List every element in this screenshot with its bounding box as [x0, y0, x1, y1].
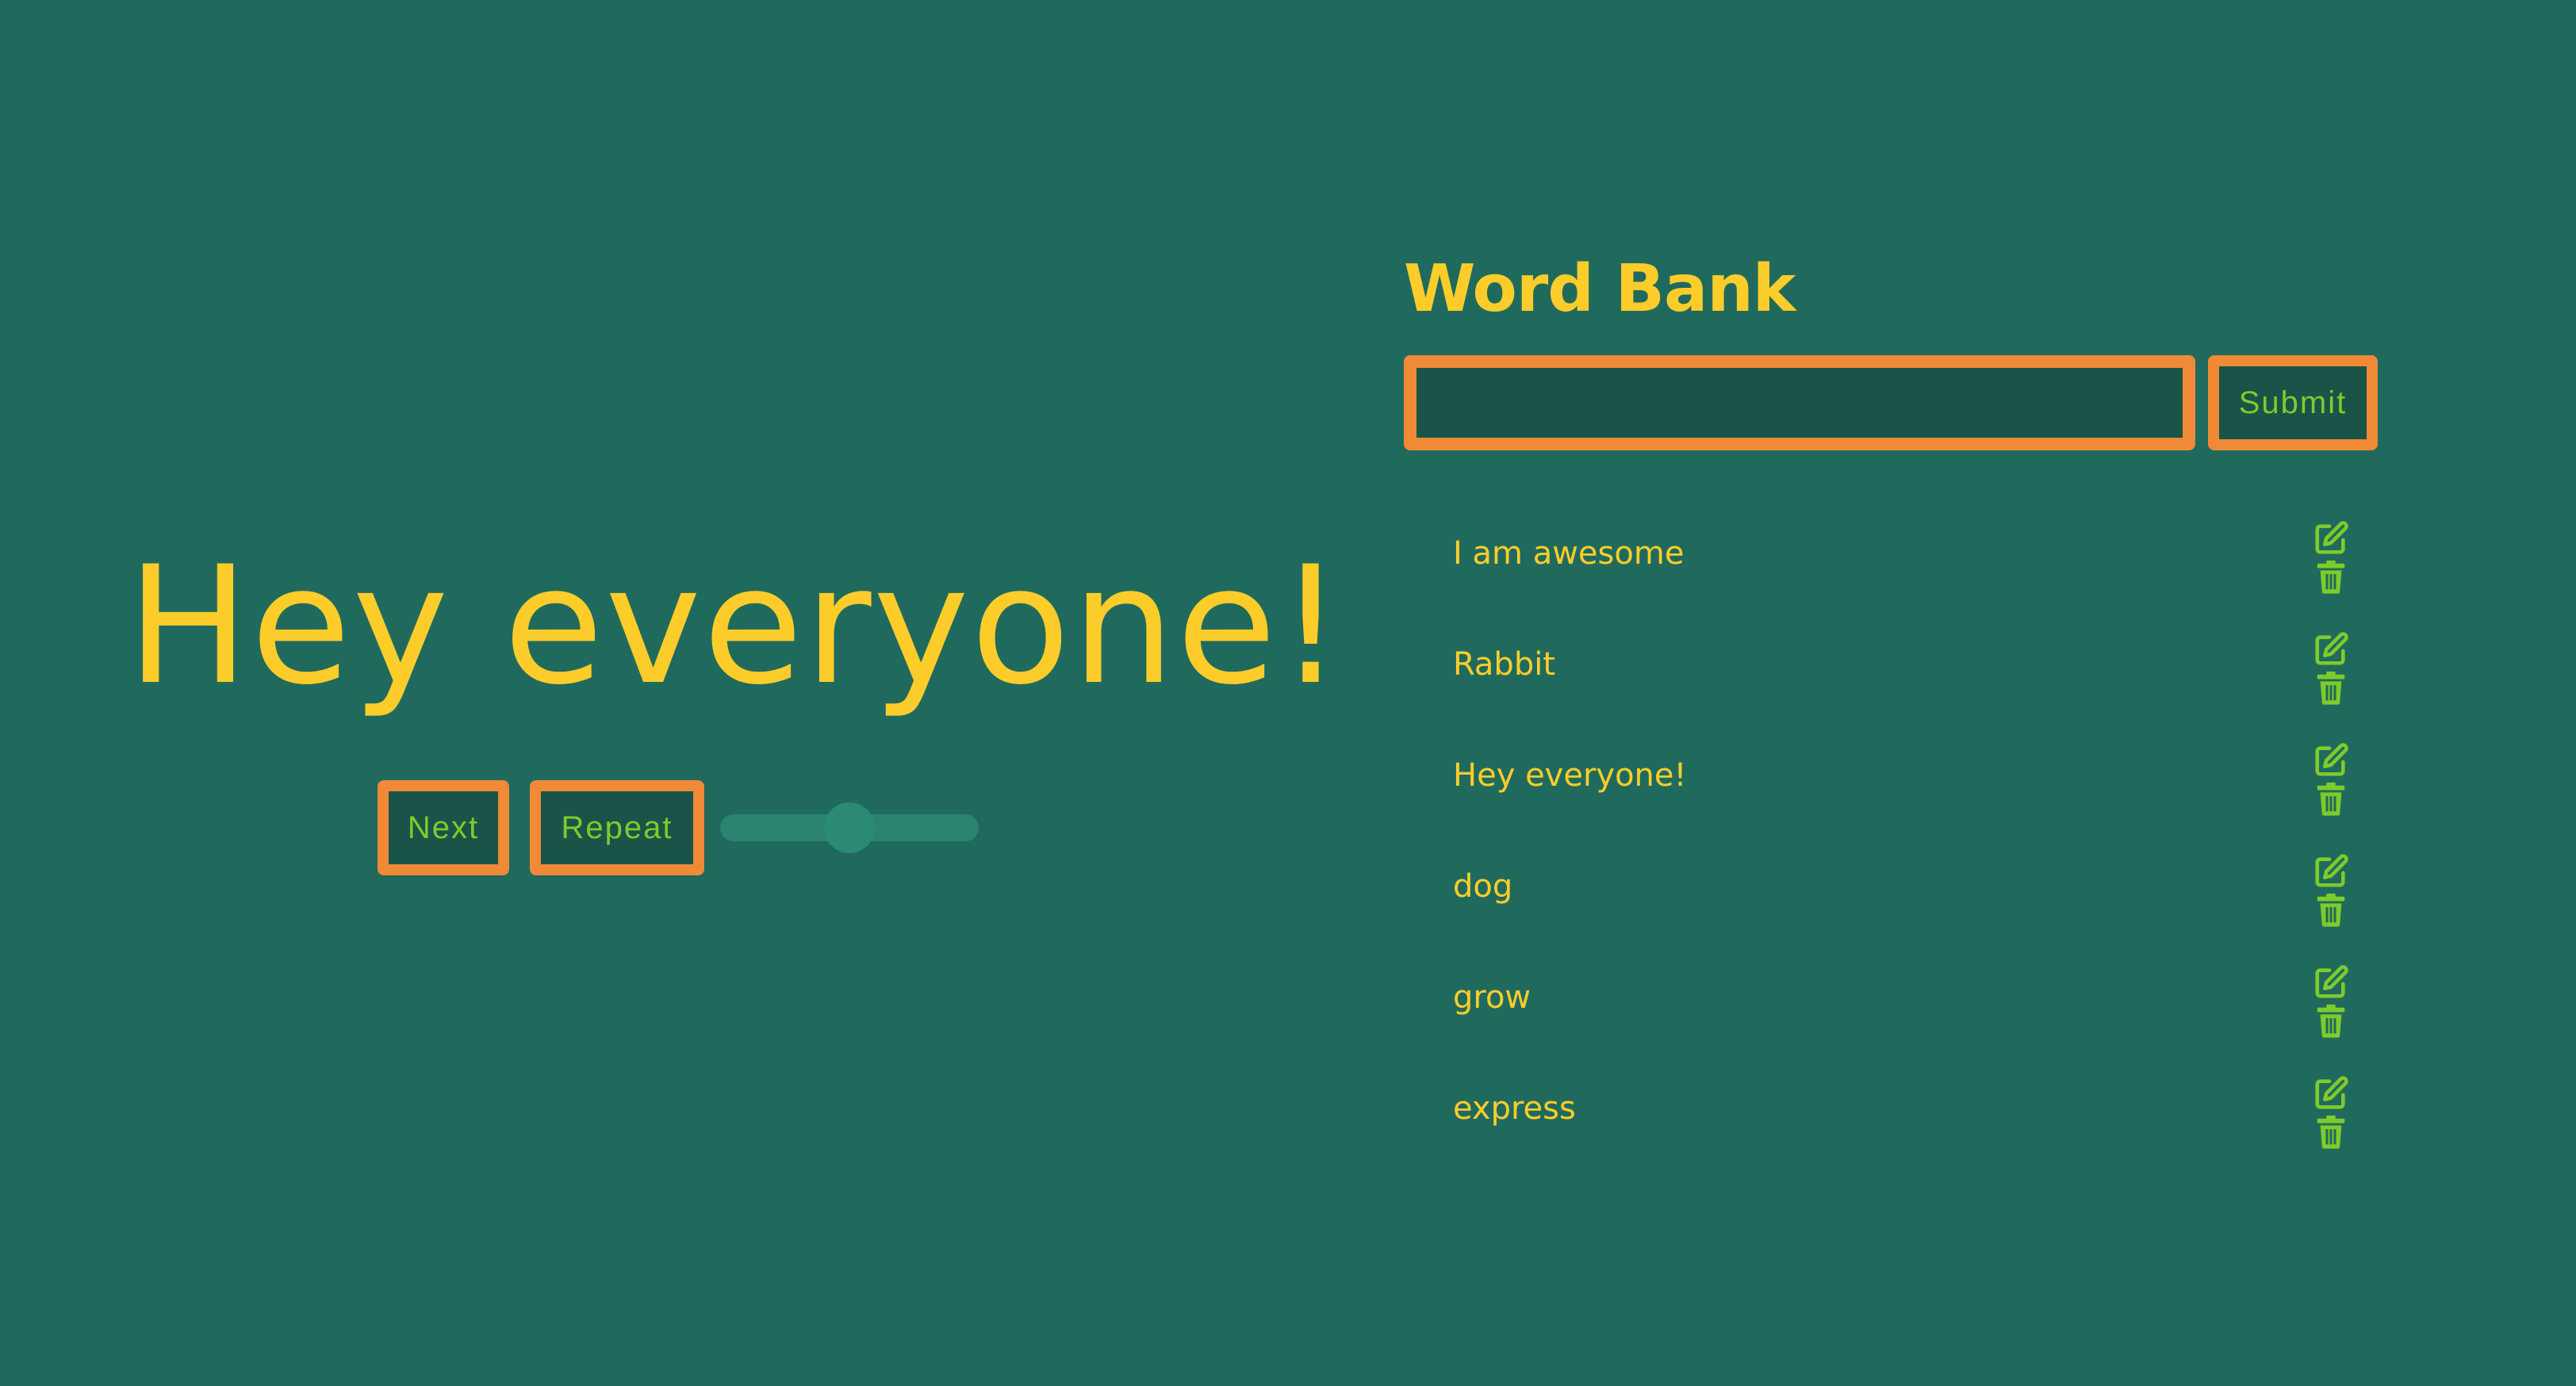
word-list-item-text: express	[1453, 1090, 1576, 1127]
speed-slider-thumb[interactable]	[824, 802, 875, 853]
edit-icon[interactable]	[2313, 1075, 2349, 1112]
edit-icon[interactable]	[2313, 853, 2349, 890]
trash-icon[interactable]	[2313, 891, 2349, 928]
playback-controls: Next Repeat	[378, 780, 979, 875]
edit-icon[interactable]	[2313, 520, 2349, 557]
word-bank-title: Word Bank	[1404, 251, 1796, 327]
repeat-button[interactable]: Repeat	[530, 780, 704, 875]
edit-icon[interactable]	[2313, 631, 2349, 668]
speed-slider[interactable]	[720, 802, 979, 853]
word-list-item: Rabbit	[1404, 623, 2387, 734]
word-list-item: express	[1404, 1067, 2387, 1178]
word-list-item: grow	[1404, 956, 2387, 1067]
edit-icon[interactable]	[2313, 742, 2349, 779]
trash-icon[interactable]	[2313, 780, 2349, 817]
app-background: Hey everyone! Next Repeat Word Bank Subm…	[0, 0, 2576, 1386]
next-button[interactable]: Next	[378, 780, 509, 875]
trash-icon[interactable]	[2313, 1113, 2349, 1150]
word-list-item-text: dog	[1453, 868, 1513, 905]
edit-icon[interactable]	[2313, 964, 2349, 1001]
word-list-item-text: grow	[1453, 979, 1531, 1016]
word-list-item: I am awesome	[1404, 512, 2387, 623]
submit-button[interactable]: Submit	[2208, 355, 2378, 450]
word-list-item-text: Rabbit	[1453, 646, 1556, 683]
word-input[interactable]	[1404, 355, 2195, 450]
word-list-item: Hey everyone!	[1404, 734, 2387, 845]
word-list-item-text: Hey everyone!	[1453, 757, 1687, 794]
word-list-item-text: I am awesome	[1453, 535, 1685, 572]
word-list-item: dog	[1404, 845, 2387, 956]
trash-icon[interactable]	[2313, 558, 2349, 595]
trash-icon[interactable]	[2313, 669, 2349, 706]
word-entry-row: Submit	[1404, 355, 2387, 450]
word-bank-panel: Word Bank Submit I am awesome Rabbit Hey e…	[1404, 238, 2387, 1149]
current-word-display: Hey everyone!	[127, 532, 1345, 721]
trash-icon[interactable]	[2313, 1002, 2349, 1039]
word-list: I am awesome Rabbit Hey everyone! dog grow ex…	[1404, 512, 2387, 1178]
